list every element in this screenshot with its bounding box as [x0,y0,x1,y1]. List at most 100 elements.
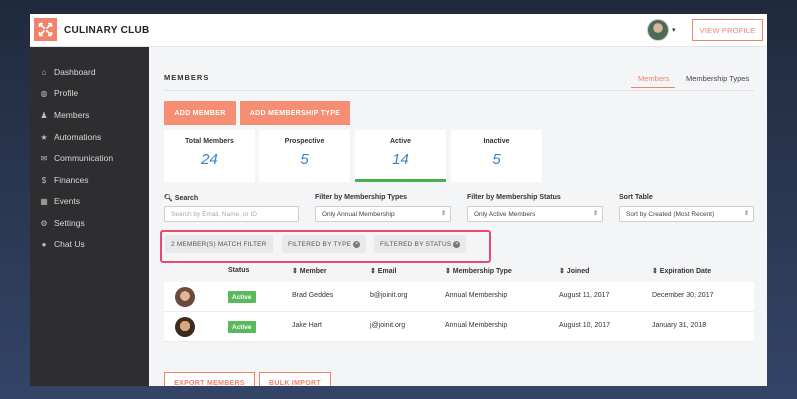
stat-card-prospective[interactable]: Prospective 5 [259,130,350,182]
home-icon: ⌂ [41,67,47,77]
stat-card-inactive[interactable]: Inactive 5 [451,130,542,182]
brand-name: CULINARY CLUB [64,25,150,36]
sidebar-item-events[interactable]: ▦ Events [39,194,80,208]
membership-type-select[interactable]: Only Annual Membership ⇕ [315,206,451,222]
column-expiration[interactable]: ⇕ Expiration Date [652,267,711,275]
main-content: MEMBERS Members Membership Types ADD MEM… [149,47,767,386]
select-value: Only Annual Membership [322,210,395,218]
stat-label: Active [389,138,411,145]
page-title: MEMBERS [164,73,210,82]
add-membership-type-button[interactable]: ADD MEMBERSHIP TYPE [240,101,350,125]
search-icon: 🔍︎ [164,195,173,202]
tab-members[interactable]: Members [638,74,669,83]
table-header: Status ⇕ Member ⇕ Email ⇕ Membership Typ… [164,262,754,282]
close-icon[interactable]: × [453,240,461,248]
stat-label: Total Members [185,138,234,145]
sidebar-item-label: Dashboard [54,67,96,77]
chat-icon: ● [41,239,47,249]
sidebar-item-automations[interactable]: ★ Automations [39,130,101,144]
sidebar-item-members[interactable]: ♟ Members [39,108,89,122]
user-avatar[interactable] [647,19,669,41]
search-input-wrapper [164,206,299,222]
view-profile-button[interactable]: VIEW PROFILE [692,19,763,41]
sidebar-item-communication[interactable]: ✉ Communication [39,151,113,165]
filtered-by-type-chip[interactable]: FILTERED BY TYPE × [282,235,367,253]
stat-label: Inactive [483,138,510,145]
bulk-import-button[interactable]: BULK IMPORT [259,372,331,386]
active-tab-indicator [631,87,675,88]
membership-type: Annual Membership [445,322,508,329]
sidebar: ⌂ Dashboard ◍ Profile ♟ Members ★ Automa… [30,47,149,386]
match-count-chip: 2 MEMBER(S) MATCH FILTER [165,235,273,253]
updown-arrows-icon: ⇕ [743,211,749,217]
updown-arrows-icon: ⇕ [440,211,446,217]
expiration-date: December 30, 2017 [652,292,714,299]
user-icon: ♟ [40,110,48,120]
sidebar-item-chat-us[interactable]: ● Chat Us [39,237,85,251]
status-badge: Active [228,321,256,333]
stat-value: 14 [392,151,409,168]
sidebar-item-settings[interactable]: ⚙ Settings [39,216,85,230]
selected-indicator [355,179,446,182]
sidebar-item-label: Chat Us [54,239,85,249]
sidebar-item-label: Members [54,110,90,120]
sidebar-item-label: Automations [54,132,102,142]
export-members-button[interactable]: EXPORT MEMBERS [164,372,255,386]
globe-icon: ◍ [40,88,48,98]
sidebar-item-label: Profile [54,88,79,98]
column-status[interactable]: Status [228,267,249,274]
search-input[interactable] [171,210,298,218]
table-row[interactable]: Active Brad Geddes b@joinit.org Annual M… [164,282,754,312]
sort-label: Sort Table [619,194,653,201]
close-icon[interactable]: × [353,240,361,248]
sidebar-item-label: Settings [54,218,85,228]
stat-card-active[interactable]: Active 14 [355,130,446,182]
column-email[interactable]: ⇕ Email [370,267,397,275]
stat-value: 24 [201,151,218,168]
chevron-down-icon[interactable]: ▾ [672,26,676,34]
stat-card-total[interactable]: Total Members 24 [164,130,255,182]
column-member[interactable]: ⇕ Member [292,267,327,275]
stat-value: 5 [492,151,501,168]
member-email: j@joinit.org [370,322,406,329]
sidebar-item-dashboard[interactable]: ⌂ Dashboard [39,65,96,79]
type-filter-label: Filter by Membership Types [315,194,408,201]
search-label: 🔍︎ Search [164,195,199,202]
member-name[interactable]: Brad Geddes [292,292,333,299]
column-joined[interactable]: ⇕ Joined [559,267,589,275]
sort-select[interactable]: Sort by Created (Most Recent) ⇕ [619,206,754,222]
sidebar-item-finances[interactable]: $ Finances [39,173,89,187]
sidebar-item-profile[interactable]: ◍ Profile [39,86,79,100]
dollar-icon: $ [41,175,47,185]
updown-arrows-icon: ⇕ [592,211,598,217]
member-name[interactable]: Jake Hart [292,322,322,329]
joined-date: August 11, 2017 [559,292,610,299]
table-row[interactable]: Active Jake Hart j@joinit.org Annual Mem… [164,312,754,342]
star-icon: ★ [40,132,48,142]
member-email: b@joinit.org [370,292,408,299]
avatar [175,287,195,307]
joined-date: August 10, 2017 [559,322,610,329]
sidebar-item-label: Finances [54,175,89,185]
membership-type: Annual Membership [445,292,508,299]
select-value: Sort by Created (Most Recent) [626,210,715,218]
column-membership-type[interactable]: ⇕ Membership Type [445,267,512,275]
tab-membership-types[interactable]: Membership Types [686,74,749,83]
expiration-date: January 31, 2018 [652,322,707,329]
add-member-button[interactable]: ADD MEMBER [164,101,236,125]
status-filter-label: Filter by Membership Status [467,194,561,201]
status-badge: Active [228,291,256,303]
compass-logo-icon[interactable] [34,18,57,41]
filtered-by-status-chip[interactable]: FILTERED BY STATUS × [374,235,467,253]
avatar [175,317,195,337]
select-value: Only Active Members [474,210,536,218]
top-bar: CULINARY CLUB ▾ VIEW PROFILE [30,14,767,47]
stat-label: Prospective [284,138,325,145]
sidebar-item-label: Communication [54,153,114,163]
stat-value: 5 [300,151,309,168]
sidebar-item-label: Events [54,196,80,206]
calendar-icon: ▦ [40,196,48,206]
divider [164,90,754,91]
membership-status-select[interactable]: Only Active Members ⇕ [467,206,603,222]
gear-icon: ⚙ [40,218,48,228]
